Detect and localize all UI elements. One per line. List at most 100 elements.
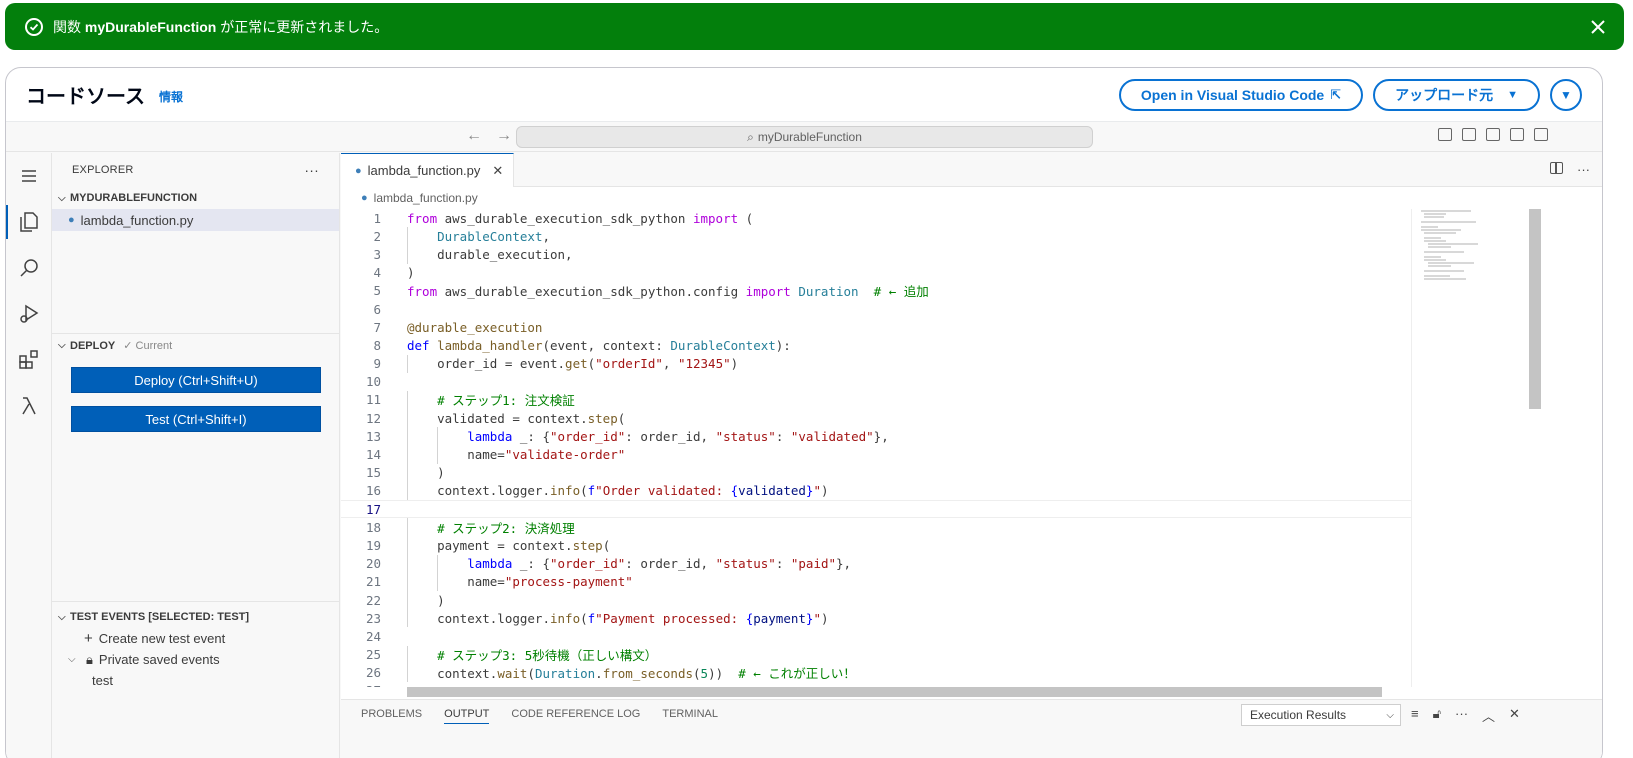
- code-text: lambda _: {"order_id": order_id, "status…: [467, 556, 852, 572]
- create-test-event[interactable]: + Create new test event: [52, 628, 340, 649]
- toggle-primary-sidebar-icon[interactable]: [1438, 128, 1452, 141]
- breadcrumb[interactable]: ● lambda_function.py: [341, 187, 1602, 209]
- clear-output-icon[interactable]: ≡: [1411, 706, 1419, 725]
- test-event-name: test: [92, 673, 113, 688]
- deploy-title: DEPLOY: [70, 339, 116, 352]
- code-line[interactable]: 20 lambda _: {"order_id": order_id, "sta…: [341, 554, 1411, 573]
- maximize-panel-icon[interactable]: ︿: [1482, 706, 1495, 725]
- toggle-secondary-sidebar-icon[interactable]: [1486, 128, 1500, 141]
- tab-lambda-function[interactable]: ● lambda_function.py ✕: [341, 153, 515, 187]
- line-number: 1: [373, 210, 381, 226]
- toggle-panel-icon[interactable]: [1462, 128, 1476, 141]
- code-text: payment = context.step(: [407, 537, 611, 553]
- output-channel-select[interactable]: Execution Results ⌵: [1241, 704, 1401, 726]
- caret-down-icon: ▼: [1560, 87, 1572, 102]
- close-tab-icon[interactable]: ✕: [492, 163, 503, 179]
- code-line[interactable]: 11 # ステップ1: 注文検証: [341, 390, 1411, 410]
- code-line[interactable]: 10: [341, 373, 1411, 391]
- lock-scroll-icon[interactable]: 🔓︎: [1433, 706, 1441, 725]
- test-events-header[interactable]: ⌵ TEST EVENTS [SELECTED: TEST]: [52, 606, 340, 628]
- code-line[interactable]: 3 durable_execution,: [341, 245, 1411, 264]
- indent-guide: [407, 354, 408, 373]
- plus-icon: +: [84, 630, 93, 647]
- code-editor: ← → ⌕ myDurableFunction EXPLORER ··· ⌵ M…: [6, 122, 1602, 758]
- command-center-search[interactable]: ⌕ myDurableFunction: [516, 126, 1093, 148]
- open-vscode-button[interactable]: Open in Visual Studio Code ⇱: [1118, 78, 1364, 111]
- menu-button[interactable]: [6, 153, 52, 199]
- code-line[interactable]: 13 lambda _: {"order_id": order_id, "sta…: [341, 427, 1411, 446]
- code-text: ): [407, 465, 445, 481]
- chevron-down-icon: ⌵: [58, 192, 66, 204]
- search-activity[interactable]: [6, 245, 52, 291]
- code-line[interactable]: 25 # ステップ3: 5秒待機（正しい構文）: [341, 645, 1411, 664]
- code-line[interactable]: 14 name="validate-order": [341, 445, 1411, 464]
- file-name: lambda_function.py: [80, 212, 194, 228]
- panel-tab-terminal[interactable]: TERMINAL: [662, 708, 718, 720]
- info-link[interactable]: 情報: [159, 88, 183, 105]
- extensions-activity[interactable]: [6, 337, 52, 383]
- vertical-scrollbar[interactable]: [1529, 209, 1541, 409]
- deploy-button[interactable]: Deploy (Ctrl+Shift+U): [71, 367, 321, 393]
- private-saved-events[interactable]: ⌵ 🔒︎ Private saved events: [52, 649, 340, 670]
- line-number: 7: [373, 319, 381, 335]
- line-number: 16: [365, 483, 381, 499]
- code-line[interactable]: 24: [341, 627, 1411, 645]
- run-debug-activity[interactable]: [6, 291, 52, 337]
- code-line[interactable]: 9 order_id = event.get("orderId", "12345…: [341, 354, 1411, 373]
- code-line[interactable]: 1 from aws_durable_execution_sdk_python i…: [341, 209, 1411, 227]
- aws-lambda-activity[interactable]: [6, 383, 52, 429]
- deploy-section-header[interactable]: ⌵ DEPLOY ✓ Current: [52, 333, 340, 357]
- line-number: 25: [365, 647, 381, 663]
- close-panel-icon[interactable]: ✕: [1509, 706, 1520, 725]
- test-event-item[interactable]: test: [52, 670, 340, 691]
- code-line[interactable]: 22 ): [341, 590, 1411, 610]
- minimap[interactable]: [1416, 209, 1506, 289]
- private-saved-events-label: Private saved events: [98, 652, 220, 667]
- indent-guide: [437, 554, 438, 573]
- more-actions-icon[interactable]: ···: [1455, 706, 1468, 725]
- search-icon: ⌕: [747, 129, 754, 144]
- code-line[interactable]: 23 context.logger.info(f"Payment process…: [341, 609, 1411, 628]
- more-options-button[interactable]: ▼: [1550, 78, 1582, 111]
- code-source-panel: コードソース 情報 Open in Visual Studio Code ⇱ ア…: [5, 67, 1603, 758]
- indent-guide: [407, 445, 408, 464]
- folder-section[interactable]: ⌵ MYDURABLEFUNCTION: [52, 187, 339, 209]
- customize-layout-icon[interactable]: [1510, 128, 1524, 141]
- code-line[interactable]: 8 def lambda_handler(event, context: Dura…: [341, 336, 1411, 354]
- more-actions-icon[interactable]: ···: [1577, 162, 1590, 177]
- code-line[interactable]: 15 ): [341, 463, 1411, 482]
- code-line[interactable]: 12 validated = context.step(: [341, 409, 1411, 428]
- upload-from-button[interactable]: アップロード元 ▼: [1373, 78, 1540, 111]
- code-text: name="process-payment": [407, 574, 633, 590]
- code-line[interactable]: 18 # ステップ2: 決済処理: [341, 518, 1411, 537]
- code-line[interactable]: 26 context.wait(Duration.from_seconds(5)…: [341, 663, 1411, 682]
- back-arrow-icon[interactable]: ←: [466, 127, 482, 145]
- more-actions-icon[interactable]: ···: [304, 162, 319, 178]
- file-item[interactable]: ● lambda_function.py: [52, 209, 339, 231]
- success-flash-banner: 関数 myDurableFunction が正常に更新されました。: [5, 3, 1624, 50]
- code-line[interactable]: 17: [341, 500, 1411, 519]
- code-line[interactable]: 16 context.logger.info(f"Order validated…: [341, 481, 1411, 500]
- chevron-down-icon: ⌵: [58, 340, 66, 351]
- code-line[interactable]: 4): [341, 264, 1411, 282]
- maximize-icon[interactable]: [1534, 128, 1548, 141]
- explorer-activity[interactable]: [6, 199, 52, 245]
- code-line[interactable]: 2 DurableContext,: [341, 227, 1411, 246]
- forward-arrow-icon[interactable]: →: [496, 127, 512, 145]
- horizontal-scrollbar[interactable]: [407, 687, 1382, 697]
- code-line[interactable]: 19 payment = context.step(: [341, 536, 1411, 555]
- split-editor-icon[interactable]: [1550, 162, 1563, 174]
- explorer-header: EXPLORER ···: [52, 153, 339, 187]
- code-line[interactable]: 6: [341, 300, 1411, 318]
- code-line[interactable]: 7 @durable_execution: [341, 318, 1411, 336]
- indent-guide: [407, 390, 408, 410]
- code-lines[interactable]: 1 from aws_durable_execution_sdk_python i…: [341, 209, 1411, 687]
- code-line[interactable]: 5 from aws_durable_execution_sdk_python.c…: [341, 282, 1411, 300]
- test-button[interactable]: Test (Ctrl+Shift+I): [71, 406, 321, 432]
- code-text: def lambda_handler(event, context: Durab…: [407, 337, 791, 353]
- code-line[interactable]: 21 name="process-payment": [341, 572, 1411, 591]
- panel-tab-problems[interactable]: PROBLEMS: [361, 708, 422, 720]
- panel-tab-code-reference-log[interactable]: CODE REFERENCE LOG: [511, 708, 640, 720]
- panel-tab-output[interactable]: OUTPUT: [444, 708, 490, 724]
- close-icon[interactable]: [1588, 17, 1608, 37]
